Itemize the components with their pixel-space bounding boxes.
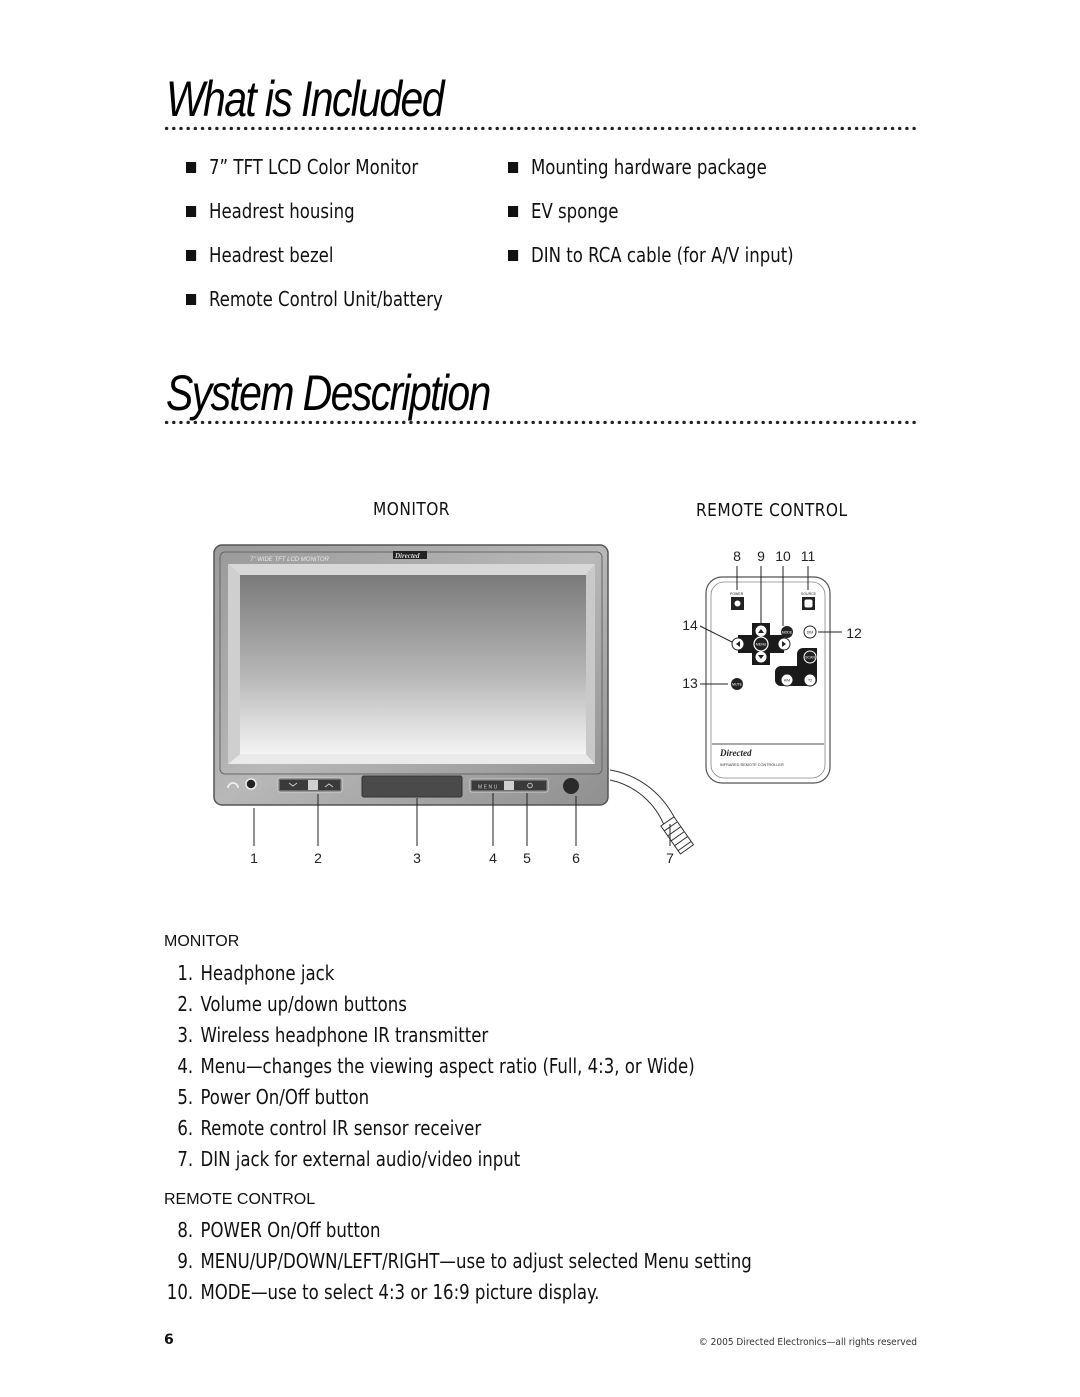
callout-12: 12 <box>846 625 862 641</box>
callout-9: 9 <box>757 548 765 564</box>
volume-up-button <box>318 780 340 790</box>
remote-brand-logo: Directed <box>719 748 752 758</box>
bullet-square-icon <box>508 162 519 173</box>
bullet-square-icon <box>186 250 197 261</box>
svg-text:POWER: POWER <box>730 592 744 596</box>
svg-text:MENU: MENU <box>756 643 767 647</box>
callout-2: 2 <box>314 850 322 866</box>
callout-10: 10 <box>775 548 791 564</box>
svg-text:MENU: MENU <box>478 785 499 791</box>
ir-sensor-receiver <box>563 778 579 794</box>
list-item: Remote Control Unit/battery <box>186 287 443 311</box>
dotted-rule <box>163 420 919 424</box>
callout-7: 7 <box>666 850 674 866</box>
page-number: 6 <box>164 1332 174 1348</box>
copyright: © 2005 Directed Electronics—all rights r… <box>698 1337 917 1348</box>
monitor-screen <box>240 575 586 754</box>
svg-text:T2: T2 <box>808 679 812 683</box>
bullet-square-icon <box>186 294 197 305</box>
heading-what-is-included: What is Included <box>166 71 445 127</box>
monitor-illustration: 7" WIDE TFT LCD MONITOR Directed MENU 1 … <box>213 544 695 866</box>
svg-text:MODE: MODE <box>782 631 793 635</box>
bezel-model-text: 7" WIDE TFT LCD MONITOR <box>250 557 330 563</box>
list-item: 7” TFT LCD Color Monitor <box>186 155 418 179</box>
list-item: 2. Volume up/down buttons <box>177 992 407 1016</box>
callout-5: 5 <box>523 850 531 866</box>
list-item: Headrest housing <box>186 199 355 223</box>
bullet-square-icon <box>508 206 519 217</box>
brand-logo: Directed <box>394 552 420 560</box>
list-item: 4. Menu—changes the viewing aspect ratio … <box>177 1054 695 1078</box>
callout-11: 11 <box>801 548 816 564</box>
remote-list-heading: REMOTE CONTROL <box>164 1191 316 1208</box>
callout-4: 4 <box>489 850 497 866</box>
list-item: 5. Power On/Off button <box>177 1085 370 1109</box>
heading-system-description: System Description <box>166 365 491 421</box>
list-item: 7. DIN jack for external audio/video inpu… <box>177 1147 521 1171</box>
figure-label-monitor: MONITOR <box>373 499 450 520</box>
list-item: 3. Wireless headphone IR transmitter <box>177 1023 489 1047</box>
callout-13: 13 <box>682 675 698 691</box>
svg-text:A/M: A/M <box>784 679 790 683</box>
callout-6: 6 <box>572 850 580 866</box>
bullet-square-icon <box>186 206 197 217</box>
monitor-list-heading: MONITOR <box>164 933 240 950</box>
callout-8: 8 <box>733 548 741 564</box>
bullet-square-icon <box>186 162 197 173</box>
remote-subtitle: INFRARED REMOTE CONTROLLER <box>720 763 784 767</box>
list-item: 9. MENU/UP/DOWN/LEFT/RIGHT—use to adjust … <box>177 1249 752 1273</box>
svg-text:DIM: DIM <box>807 631 814 635</box>
ir-transmitter-window <box>361 775 463 798</box>
list-item: 10. MODE—use to select 4:3 or 16:9 pictur… <box>166 1280 600 1304</box>
din-connector <box>660 816 695 855</box>
svg-text:SOURCE: SOURCE <box>801 592 817 596</box>
list-item: Headrest bezel <box>186 243 333 267</box>
dotted-rule <box>163 126 919 130</box>
callout-14: 14 <box>682 617 698 633</box>
callout-1: 1 <box>250 850 258 866</box>
list-item: 6. Remote control IR sensor receiver <box>177 1116 482 1140</box>
list-item: DIN to RCA cable (for A/V input) <box>508 243 794 267</box>
figure-label-remote: REMOTE CONTROL <box>696 500 848 521</box>
headphone-jack <box>245 778 257 790</box>
svg-text:SCAN: SCAN <box>805 656 815 660</box>
svg-text:MUTE: MUTE <box>732 683 743 687</box>
remote-illustration: 8 9 10 11 12 14 13 POWER SOURCE MENU MOD… <box>682 548 862 784</box>
list-item: 1. Headphone jack <box>177 961 335 985</box>
power-button <box>514 781 546 790</box>
list-item: Mounting hardware package <box>508 155 767 179</box>
callout-3: 3 <box>413 850 421 866</box>
bullet-square-icon <box>508 250 519 261</box>
list-item: 8. POWER On/Off button <box>177 1218 381 1242</box>
list-item: EV sponge <box>508 199 619 223</box>
